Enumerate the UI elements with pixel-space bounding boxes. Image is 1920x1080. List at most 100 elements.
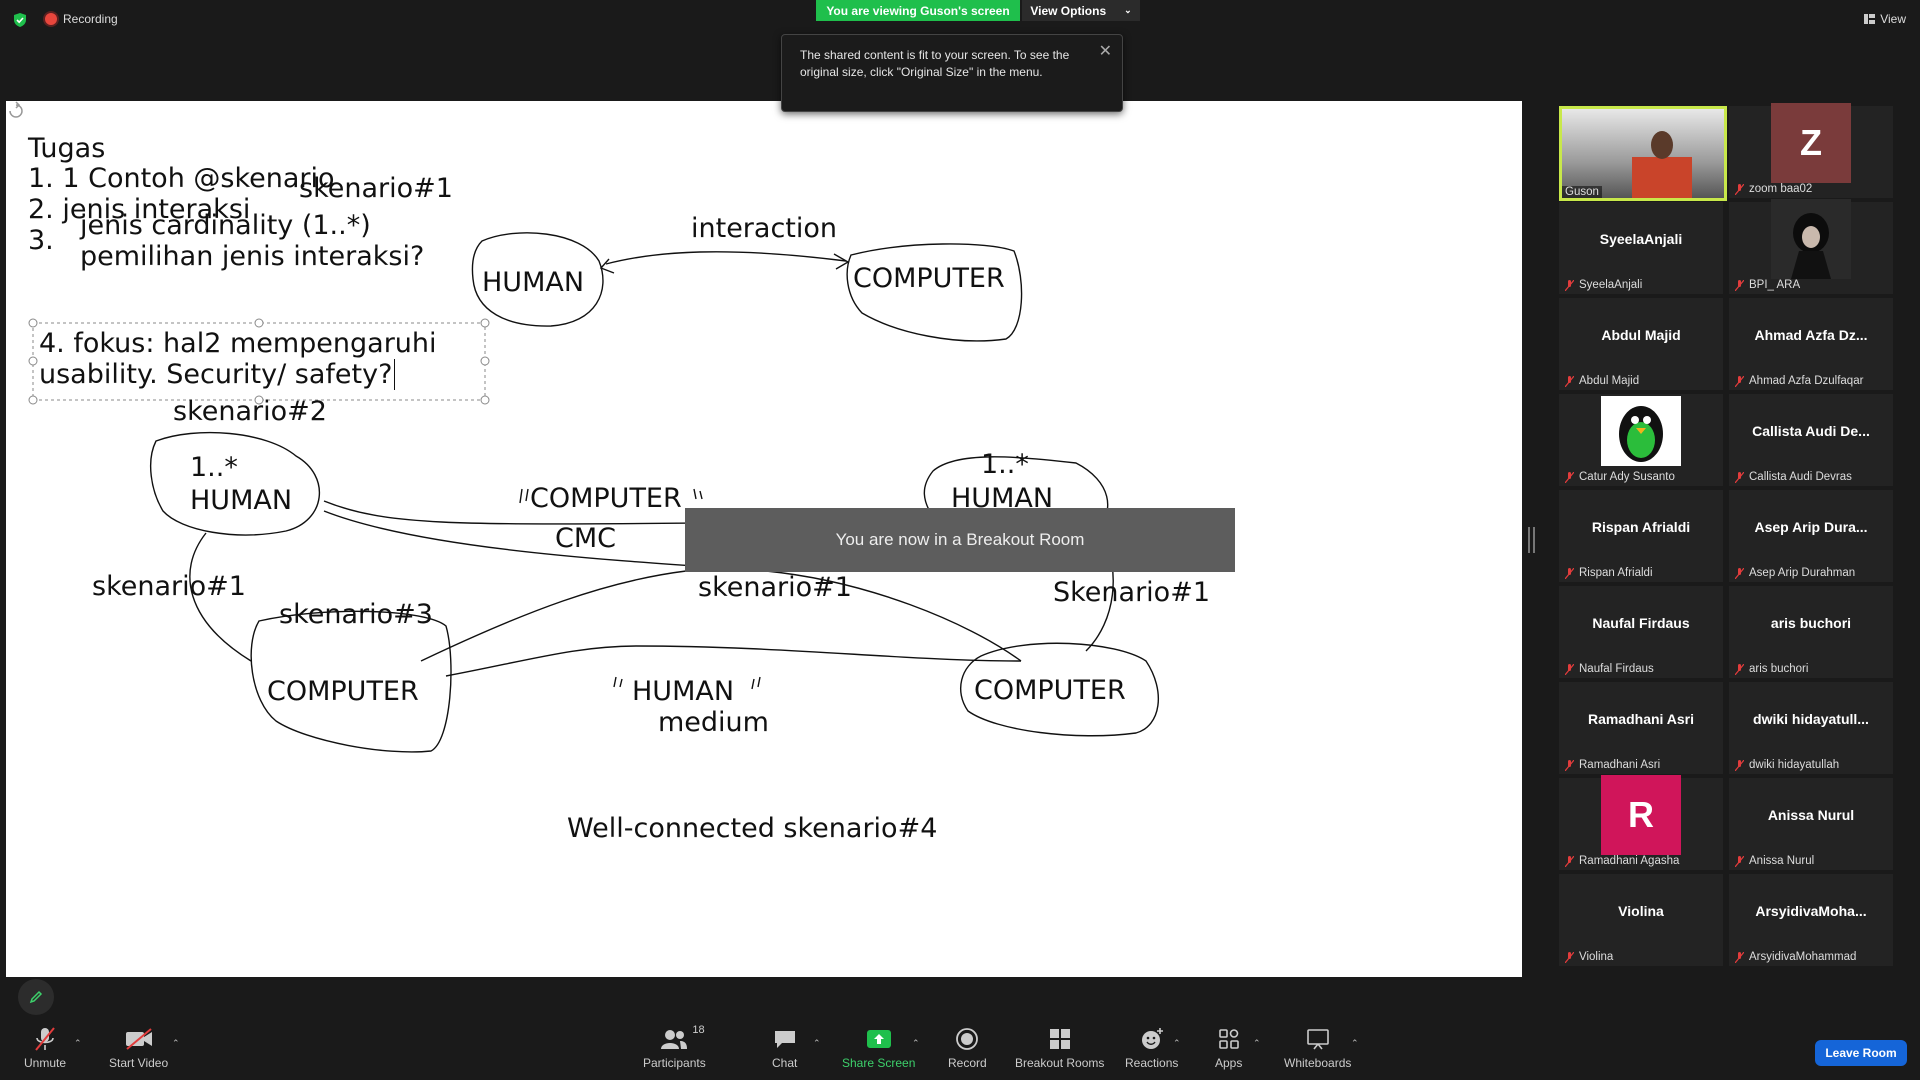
video-options-caret[interactable]: ⌃ <box>172 1038 180 1049</box>
participant-tile[interactable]: Ramadhani Asri Ramadhani Asri <box>1559 682 1723 774</box>
breakout-rooms-label: Breakout Rooms <box>1015 1056 1105 1070</box>
participant-tile[interactable]: Guson <box>1559 106 1727 201</box>
participant-name: Violina <box>1579 951 1614 963</box>
muted-mic-icon <box>1565 375 1574 387</box>
rotate-icon[interactable] <box>6 101 26 121</box>
apps-icon <box>1218 1029 1239 1049</box>
label-skenario3: skenario#3 <box>279 599 433 630</box>
participant-tile[interactable]: Naufal Firdaus Naufal Firdaus <box>1559 586 1723 678</box>
muted-mic-icon <box>1565 279 1574 291</box>
tooltip-text: The shared content is fit to your screen… <box>800 48 1070 79</box>
participant-name: Anissa Nurul <box>1749 855 1815 867</box>
participant-tile[interactable]: Ahmad Azfa Dz... Ahmad Azfa Dzulfaqar <box>1729 298 1893 390</box>
muted-mic-icon <box>1735 855 1744 867</box>
apps-label: Apps <box>1215 1056 1243 1070</box>
participant-tile[interactable]: Asep Arip Dura... Asep Arip Durahman <box>1729 490 1893 582</box>
participant-tile[interactable]: R Ramadhani Agasha <box>1559 775 1723 870</box>
viewing-screen-label: You are viewing Guson's screen <box>816 0 1020 21</box>
audio-options-caret[interactable]: ⌃ <box>74 1038 82 1049</box>
participant-display-name: Abdul Majid <box>1601 327 1681 343</box>
reactions-button[interactable]: Reactions <box>1125 1024 1178 1070</box>
record-label: Record <box>948 1056 987 1070</box>
participant-name: Asep Arip Durahman <box>1749 567 1856 579</box>
participant-tile[interactable]: dwiki hidayatull... dwiki hidayatullah <box>1729 682 1893 774</box>
participant-name: SyeelaAnjali <box>1579 279 1643 291</box>
participant-name: Ramadhani Agasha <box>1579 855 1680 867</box>
participant-tile[interactable]: Anissa Nurul Anissa Nurul <box>1729 778 1893 870</box>
participant-tile[interactable]: Catur Ady Susanto <box>1559 394 1723 486</box>
participant-tile[interactable]: Z zoom baa02 <box>1729 103 1893 198</box>
participant-tile[interactable]: SyeelaAnjali SyeelaAnjali <box>1559 202 1723 294</box>
apps-button[interactable]: Apps <box>1215 1024 1242 1070</box>
participant-tile[interactable]: BPI_ ARA <box>1729 199 1893 294</box>
participant-tile[interactable]: aris buchori aris buchori <box>1729 586 1893 678</box>
participants-button[interactable]: 18 Participants <box>643 1024 706 1070</box>
whiteboards-label: Whiteboards <box>1284 1056 1352 1070</box>
participant-name: Callista Audi Devras <box>1749 471 1852 483</box>
task-title: Tugas <box>28 133 106 164</box>
label-human-medium: HUMAN <box>632 676 735 707</box>
participant-display-name: Callista Audi De... <box>1752 423 1870 439</box>
muted-mic-icon <box>1735 471 1744 483</box>
reactions-options-caret[interactable]: ⌃ <box>1173 1038 1181 1049</box>
muted-mic-icon <box>1735 567 1744 579</box>
chevron-down-icon: ⌄ <box>1124 5 1132 15</box>
muted-mic-icon <box>1565 759 1574 771</box>
avatar: Z <box>1771 103 1851 183</box>
view-label: View <box>1880 12 1906 26</box>
breakout-rooms-icon <box>1049 1029 1070 1049</box>
unmute-label: Unmute <box>24 1056 67 1070</box>
muted-mic-icon <box>1735 279 1744 291</box>
label-skenario1-top: skenario#1 <box>299 173 453 204</box>
panel-resize-handle[interactable] <box>1528 527 1535 553</box>
share-options-caret[interactable]: ⌃ <box>912 1038 920 1049</box>
label-cardinality-left: 1..* <box>190 452 238 483</box>
video-off-icon <box>125 1028 152 1050</box>
participant-name: Rispan Afrialdi <box>1579 567 1653 579</box>
participant-name: Naufal Firdaus <box>1579 663 1654 675</box>
label-interaction: interaction <box>691 213 838 244</box>
close-icon[interactable]: ✕ <box>1099 41 1112 61</box>
chat-options-caret[interactable]: ⌃ <box>813 1038 821 1049</box>
muted-mic-icon <box>1735 759 1744 771</box>
recording-indicator[interactable]: Recording <box>45 12 118 26</box>
view-button[interactable]: View <box>1864 12 1906 26</box>
task-item-3-line2: pemilihan jenis interaksi? <box>80 241 425 272</box>
muted-mic-icon <box>1565 567 1574 579</box>
participant-tile[interactable]: Violina Violina <box>1559 874 1723 966</box>
task-item-4-line1: 4. fokus: hal2 mempengaruhi <box>39 328 437 359</box>
breakout-rooms-button[interactable]: Breakout Rooms <box>1015 1024 1104 1070</box>
whiteboards-options-caret[interactable]: ⌃ <box>1351 1038 1359 1049</box>
reactions-smiley-icon <box>1141 1028 1163 1049</box>
pencil-icon <box>29 990 43 1004</box>
recording-dot-icon <box>45 13 57 25</box>
shared-screen[interactable]: Tugas 1. 1 Contoh @skenario 2. jenis int… <box>6 101 1522 977</box>
penguin-avatar-icon <box>1601 396 1681 466</box>
label-computer-top: COMPUTER <box>853 263 1005 294</box>
recording-label: Recording <box>63 12 118 26</box>
security-shield-icon[interactable] <box>12 12 28 28</box>
participant-tile[interactable]: Rispan Afrialdi Rispan Afrialdi <box>1559 490 1723 582</box>
apps-options-caret[interactable]: ⌃ <box>1253 1038 1261 1049</box>
participant-name: Ramadhani Asri <box>1579 759 1661 771</box>
view-options-button[interactable]: View Options ⌄ <box>1022 0 1140 21</box>
participant-name: Abdul Majid <box>1579 375 1640 387</box>
leave-room-button[interactable]: Leave Room <box>1815 1040 1907 1066</box>
whiteboards-button[interactable]: Whiteboards <box>1284 1024 1351 1070</box>
participant-tile[interactable]: ArsyidivaMoha... ArsyidivaMohammad <box>1729 874 1893 966</box>
chat-button[interactable]: Chat <box>772 1024 797 1070</box>
participant-display-name: Ahmad Azfa Dz... <box>1754 327 1868 343</box>
task-item-1: 1. 1 Contoh @skenario <box>28 163 335 194</box>
annotate-button[interactable] <box>18 979 54 1015</box>
label-cmc: CMC <box>555 523 617 554</box>
participant-name: Catur Ady Susanto <box>1579 471 1675 483</box>
participant-display-name: Rispan Afrialdi <box>1591 519 1691 535</box>
participant-tile[interactable]: Abdul Majid Abdul Majid <box>1559 298 1723 390</box>
avatar: R <box>1601 775 1681 855</box>
record-button[interactable]: Record <box>948 1024 987 1070</box>
muted-mic-icon <box>1735 663 1744 675</box>
unmute-button[interactable]: Unmute <box>24 1024 66 1070</box>
start-video-button[interactable]: Start Video <box>109 1024 168 1070</box>
participant-tile[interactable]: Callista Audi De... Callista Audi Devras <box>1729 394 1893 486</box>
share-screen-button[interactable]: Share Screen <box>842 1024 915 1070</box>
